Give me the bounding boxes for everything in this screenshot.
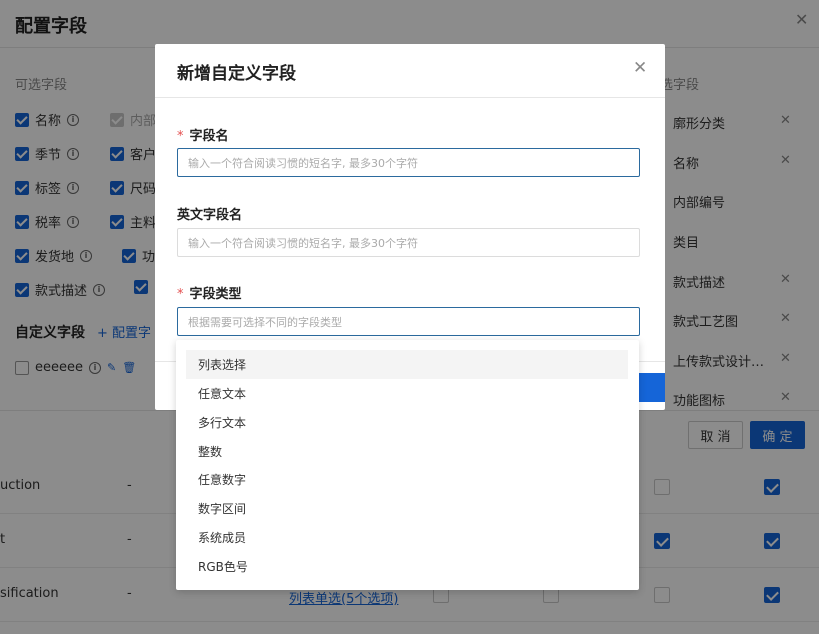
- dropdown-option[interactable]: 系统成员: [186, 523, 628, 552]
- field-name-input[interactable]: 输入一个符合阅读习惯的短名字, 最多30个字符: [177, 148, 640, 177]
- label-text: 英文字段名: [177, 208, 243, 223]
- dropdown-option[interactable]: 整数: [186, 437, 628, 466]
- label-text: 字段类型: [189, 287, 242, 302]
- dropdown-option[interactable]: 任意数字: [186, 465, 628, 494]
- dropdown-option[interactable]: 任意文本: [186, 379, 628, 408]
- english-name-label: 英文字段名: [177, 204, 242, 223]
- modal-title: 新增自定义字段: [177, 64, 296, 84]
- english-name-input[interactable]: 输入一个符合阅读习惯的短名字, 最多30个字符: [177, 228, 640, 257]
- field-type-select[interactable]: 根据需要可选择不同的字段类型: [177, 307, 640, 336]
- field-type-label: * 字段类型: [177, 283, 242, 302]
- close-icon[interactable]: ✕: [633, 58, 647, 78]
- dropdown-option[interactable]: 列表选择: [186, 350, 628, 379]
- select-placeholder: 根据需要可选择不同的字段类型: [188, 315, 342, 329]
- required-mark: *: [177, 287, 184, 302]
- dropdown-option[interactable]: 数字区间: [186, 494, 628, 523]
- divider: [155, 97, 665, 98]
- label-text: 字段名: [189, 129, 229, 144]
- dropdown-option[interactable]: 多行文本: [186, 408, 628, 437]
- modal-confirm-button[interactable]: [637, 373, 665, 402]
- required-mark: *: [177, 129, 184, 144]
- field-type-dropdown: 列表选择 任意文本 多行文本 整数 任意数字 数字区间 系统成员 RGB色号: [176, 340, 639, 590]
- input-placeholder: 输入一个符合阅读习惯的短名字, 最多30个字符: [188, 156, 418, 170]
- dropdown-option[interactable]: RGB色号: [186, 552, 628, 581]
- input-placeholder: 输入一个符合阅读习惯的短名字, 最多30个字符: [188, 236, 418, 250]
- field-name-label: * 字段名: [177, 125, 229, 144]
